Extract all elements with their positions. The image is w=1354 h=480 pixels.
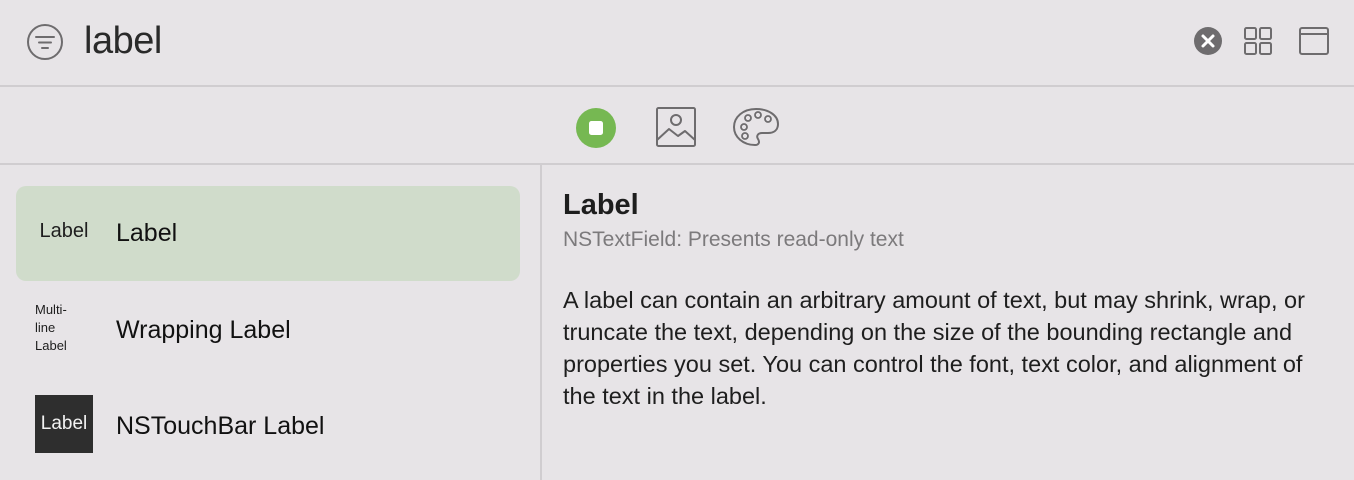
media-library-icon[interactable]	[654, 105, 698, 149]
clear-search-icon[interactable]	[1193, 26, 1223, 56]
label-thumbnail: Label	[39, 219, 89, 242]
filter-icon[interactable]	[26, 23, 64, 61]
list-item-label[interactable]: Label Label	[16, 186, 520, 281]
list-item-touchbar-label[interactable]: Label NSTouchBar Label	[16, 379, 520, 474]
thumb-line: Multi-	[35, 302, 67, 317]
library-search-bar	[0, 0, 1354, 87]
wrapping-label-thumbnail: Multi- line Label	[35, 299, 93, 357]
detail-title: Label	[563, 189, 639, 221]
list-item-title: Label	[116, 219, 178, 247]
panel-divider[interactable]	[540, 165, 542, 480]
search-input[interactable]	[84, 14, 1164, 68]
list-item-wrapping-label[interactable]: Multi- line Label Wrapping Label	[16, 283, 520, 378]
thumb-line: Label	[35, 338, 67, 353]
palette-icon[interactable]	[731, 105, 781, 149]
touchbar-label-thumbnail: Label	[35, 395, 93, 453]
library-tab-bar	[0, 87, 1354, 165]
objects-library-icon[interactable]	[575, 107, 617, 149]
detail-subtitle: NSTextField: Presents read-only text	[563, 228, 904, 251]
detail-panel: Label NSTextField: Presents read-only te…	[563, 165, 1343, 480]
thumb-line: line	[35, 320, 56, 335]
list-item-title: Wrapping Label	[116, 316, 291, 344]
window-layout-icon[interactable]	[1298, 25, 1330, 57]
detail-description: A label can contain an arbitrary amount …	[563, 287, 1305, 409]
grid-view-icon[interactable]	[1243, 26, 1273, 56]
list-item-title: NSTouchBar Label	[116, 412, 325, 440]
library-item-list: Label Label Multi- line Label Wrapping L…	[0, 165, 540, 480]
